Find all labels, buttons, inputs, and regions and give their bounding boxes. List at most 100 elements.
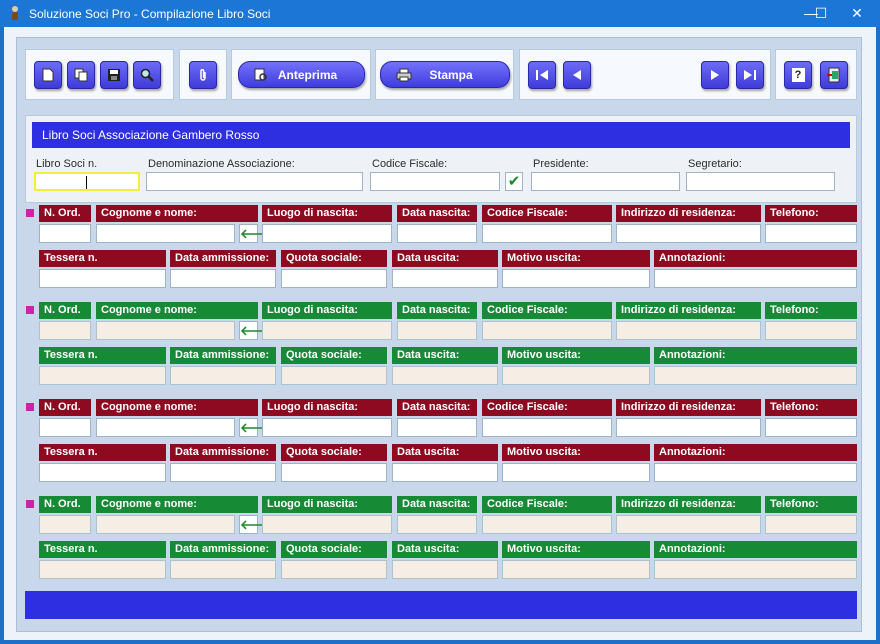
member-record: N. Ord. Cognome e nome: Luogo di nascita… xyxy=(17,205,863,295)
quota-sociale-field[interactable] xyxy=(281,463,387,482)
attach-button[interactable] xyxy=(189,61,217,89)
quota-sociale-field[interactable] xyxy=(281,560,387,579)
n-ord-field[interactable] xyxy=(39,321,91,340)
verify-check-button[interactable]: ✔ xyxy=(505,172,523,191)
quota-sociale-field[interactable] xyxy=(281,366,387,385)
libro-soci-title: Libro Soci Associazione Gambero Rosso xyxy=(32,122,850,148)
denominazione-field[interactable] xyxy=(146,172,363,191)
first-icon xyxy=(536,70,548,80)
n-ord-field[interactable] xyxy=(39,224,91,243)
tessera-field[interactable] xyxy=(39,366,166,385)
libro-soci-number-field[interactable] xyxy=(34,172,140,191)
n-ord-header: N. Ord. xyxy=(39,205,91,222)
tessera-header: Tessera n. xyxy=(39,541,166,558)
copy-button[interactable] xyxy=(67,61,95,89)
quota-sociale-field[interactable] xyxy=(281,269,387,288)
motivo-uscita-field[interactable] xyxy=(502,463,650,482)
preview-button[interactable]: Anteprima xyxy=(238,61,365,88)
motivo-uscita-field[interactable] xyxy=(502,366,650,385)
data-nascita-field[interactable] xyxy=(397,224,477,243)
arrow-left-icon[interactable]: 🡐 xyxy=(239,321,275,340)
quota-sociale-header: Quota sociale: xyxy=(281,541,387,558)
n-ord-field[interactable] xyxy=(39,418,91,437)
data-ammissione-field[interactable] xyxy=(170,463,276,482)
first-record-button[interactable] xyxy=(528,61,556,89)
previous-record-button[interactable] xyxy=(563,61,591,89)
arrow-left-icon[interactable]: 🡐 xyxy=(239,224,275,243)
telefono-field[interactable] xyxy=(765,321,857,340)
arrow-left-icon[interactable]: 🡐 xyxy=(239,515,275,534)
codice-fiscale-field[interactable] xyxy=(482,418,612,437)
codice-fiscale-label: Codice Fiscale: xyxy=(372,158,448,170)
data-uscita-field[interactable] xyxy=(392,463,498,482)
tessera-field[interactable] xyxy=(39,560,166,579)
codice-fiscale-field[interactable] xyxy=(370,172,500,191)
data-nascita-field[interactable] xyxy=(397,321,477,340)
n-ord-field[interactable] xyxy=(39,515,91,534)
cognome-nome-field[interactable] xyxy=(96,321,235,340)
telefono-field[interactable] xyxy=(765,418,857,437)
codice-fiscale-field[interactable] xyxy=(482,321,612,340)
indirizzo-field[interactable] xyxy=(616,321,761,340)
motivo-uscita-header: Motivo uscita: xyxy=(502,541,650,558)
text-caret xyxy=(86,176,87,189)
data-ammissione-field[interactable] xyxy=(170,269,276,288)
luogo-nascita-header: Luogo di nascita: xyxy=(262,496,392,513)
tessera-field[interactable] xyxy=(39,269,166,288)
indirizzo-header: Indirizzo di residenza: xyxy=(616,399,761,416)
data-uscita-field[interactable] xyxy=(392,366,498,385)
search-button[interactable] xyxy=(133,61,161,89)
help-button[interactable]: ? xyxy=(784,61,812,89)
segretario-field[interactable] xyxy=(686,172,835,191)
luogo-nascita-field[interactable] xyxy=(262,321,392,340)
cognome-nome-field[interactable] xyxy=(96,418,235,437)
segretario-label: Segretario: xyxy=(688,158,742,170)
data-ammissione-field[interactable] xyxy=(170,560,276,579)
cognome-nome-field[interactable] xyxy=(96,515,235,534)
annotazioni-field[interactable] xyxy=(654,366,857,385)
codice-fiscale-field[interactable] xyxy=(482,224,612,243)
motivo-uscita-field[interactable] xyxy=(502,269,650,288)
indirizzo-field[interactable] xyxy=(616,515,761,534)
cognome-nome-field[interactable] xyxy=(96,224,235,243)
save-button[interactable] xyxy=(100,61,128,89)
window-title: Soluzione Soci Pro - Compilazione Libro … xyxy=(29,7,271,21)
data-nascita-field[interactable] xyxy=(397,515,477,534)
member-record: N. Ord. Cognome e nome: Luogo di nascita… xyxy=(17,399,863,489)
luogo-nascita-field[interactable] xyxy=(262,418,392,437)
arrow-left-icon[interactable]: 🡐 xyxy=(239,418,275,437)
exit-button[interactable] xyxy=(820,61,848,89)
luogo-nascita-field[interactable] xyxy=(262,515,392,534)
data-nascita-field[interactable] xyxy=(397,418,477,437)
data-ammissione-header: Data ammissione: xyxy=(170,541,276,558)
next-icon xyxy=(711,70,719,80)
codice-fiscale-field[interactable] xyxy=(482,515,612,534)
indirizzo-field[interactable] xyxy=(616,224,761,243)
print-button[interactable]: Stampa xyxy=(380,61,510,88)
data-uscita-field[interactable] xyxy=(392,269,498,288)
telefono-field[interactable] xyxy=(765,515,857,534)
record-marker xyxy=(26,209,34,217)
next-record-button[interactable] xyxy=(701,61,729,89)
data-uscita-field[interactable] xyxy=(392,560,498,579)
member-record: N. Ord. Cognome e nome: Luogo di nascita… xyxy=(17,496,863,586)
last-record-button[interactable] xyxy=(736,61,764,89)
maximize-button[interactable]: ☐ xyxy=(811,0,831,27)
motivo-uscita-field[interactable] xyxy=(502,560,650,579)
tessera-field[interactable] xyxy=(39,463,166,482)
annotazioni-field[interactable] xyxy=(654,463,857,482)
data-uscita-header: Data uscita: xyxy=(392,250,498,267)
new-button[interactable] xyxy=(34,61,62,89)
telefono-field[interactable] xyxy=(765,224,857,243)
data-ammissione-header: Data ammissione: xyxy=(170,347,276,364)
toolbar-preview-group: Anteprima xyxy=(231,49,371,100)
new-document-icon xyxy=(42,68,54,82)
indirizzo-field[interactable] xyxy=(616,418,761,437)
presidente-field[interactable] xyxy=(531,172,680,191)
annotazioni-field[interactable] xyxy=(654,269,857,288)
luogo-nascita-field[interactable] xyxy=(262,224,392,243)
close-button[interactable]: ✕ xyxy=(834,0,880,27)
codice-fiscale-header: Codice Fiscale: xyxy=(482,302,612,319)
annotazioni-field[interactable] xyxy=(654,560,857,579)
data-ammissione-field[interactable] xyxy=(170,366,276,385)
